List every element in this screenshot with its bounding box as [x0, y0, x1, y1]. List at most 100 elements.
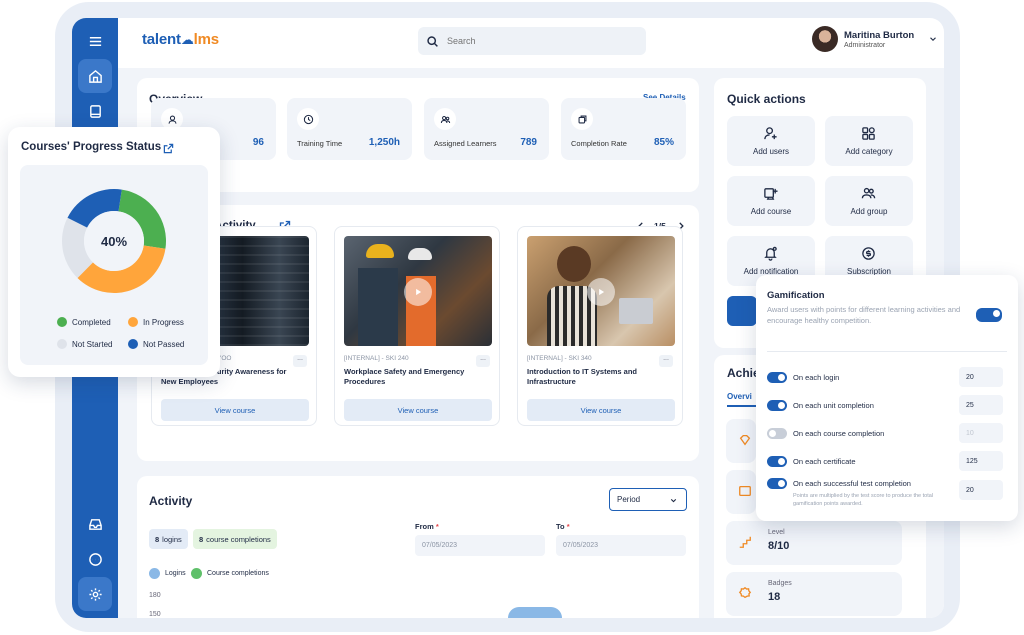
more-options-icon[interactable]: ... [293, 355, 307, 367]
search-bar[interactable] [418, 27, 646, 55]
toggle-on-each-unit-completion[interactable] [767, 400, 787, 411]
period-select[interactable]: Period [609, 488, 687, 511]
points-input[interactable]: 20 [959, 367, 1003, 387]
notification-icon [764, 246, 777, 261]
chevron-down-icon [670, 498, 677, 503]
stat-label: Training Time [297, 139, 343, 148]
view-course-button[interactable]: View course [161, 399, 309, 421]
legend-course-completions: Course completions [191, 568, 269, 579]
group-icon [861, 187, 876, 199]
course-code: [INTERNAL] - SKI 240 [344, 355, 409, 362]
course-thumbnail-workers[interactable] [344, 236, 492, 346]
gamification-master-toggle[interactable] [976, 308, 1002, 322]
certificate-icon [739, 485, 751, 497]
badge-icon [738, 586, 752, 599]
legend-completed: Completed [57, 317, 111, 327]
cloud-icon: ☁ [180, 32, 194, 47]
clock-icon [297, 108, 319, 130]
achievement-value: 8/10 [768, 540, 790, 552]
logins-badge: 8 logins [149, 529, 188, 549]
row-label: On each certificate [793, 457, 856, 466]
achievement-badges: Badges 18 [726, 572, 902, 616]
progress-chart-area: 40% Completed In Progress Not Started No… [20, 165, 208, 365]
settings-icon[interactable] [78, 577, 112, 611]
diamond-icon [739, 434, 751, 446]
stat-label: Assigned Learners [434, 139, 497, 148]
stat-value: 85% [653, 137, 674, 148]
gamification-title: Gamification [767, 290, 825, 301]
add-category-button[interactable]: Add category [825, 116, 913, 166]
user-menu[interactable]: Maritina Burton Administrator [812, 26, 938, 52]
course-thumbnail-office[interactable] [527, 236, 675, 346]
inbox-icon[interactable] [78, 507, 112, 541]
add-group-button[interactable]: Add group [825, 176, 913, 226]
points-input[interactable]: 10 [959, 423, 1003, 443]
play-icon[interactable] [587, 278, 615, 306]
category-icon [862, 127, 875, 140]
book-icon[interactable] [78, 94, 112, 128]
stat-completion-rate[interactable]: Completion Rate 85% [561, 98, 686, 160]
to-label: To * [556, 522, 570, 531]
more-options-icon[interactable]: ... [476, 355, 490, 367]
external-link-icon[interactable] [163, 143, 174, 154]
achievement-tile [726, 419, 756, 463]
row-label: On each successful test completion [793, 479, 911, 488]
tab-underline [727, 405, 757, 407]
achievement-value: 18 [768, 591, 781, 603]
to-date-input[interactable]: 07/05/2023 [556, 535, 686, 556]
achievement-level: Level 8/10 [726, 521, 902, 565]
from-date-input[interactable]: 07/05/2023 [415, 535, 545, 556]
completions-badge: 8 course completions [193, 529, 277, 549]
stat-training-time[interactable]: Training Time 1,250h [287, 98, 412, 160]
achievements-title: Achie [727, 366, 760, 380]
more-options-icon[interactable]: ... [659, 355, 673, 367]
courses-progress-status-panel: Courses' Progress Status 40% Completed I… [8, 127, 220, 377]
course-name: Introduction to IT Systems and Infrastru… [527, 367, 638, 386]
subscription-icon [862, 247, 875, 260]
play-icon[interactable] [404, 278, 432, 306]
view-course-button[interactable]: View course [344, 399, 492, 421]
home-icon[interactable] [78, 59, 112, 93]
course-name: Workplace Safety and Emergency Procedure… [344, 367, 465, 386]
course-card[interactable]: [INTERNAL] - SKI 340 ... Introduction to… [517, 226, 683, 426]
period-select-label: Period [617, 495, 641, 504]
add-users-button[interactable]: Add users [727, 116, 815, 166]
search-icon [427, 35, 438, 47]
chevron-down-icon[interactable] [928, 34, 938, 44]
learners-icon [434, 108, 456, 130]
achievement-title: Level [768, 529, 785, 536]
progress-donut-chart: 40% [62, 189, 166, 293]
points-input[interactable]: 125 [959, 451, 1003, 471]
course-card[interactable]: [INTERNAL] - SKI 240 ... Workplace Safet… [334, 226, 500, 426]
chat-icon[interactable] [78, 542, 112, 576]
completion-icon [571, 108, 593, 130]
toggle-on-each-login[interactable] [767, 372, 787, 383]
chart-bubble [508, 607, 562, 618]
add-course-button[interactable]: Add course [727, 176, 815, 226]
gamification-note: Points are multiplied by the test score … [793, 493, 934, 507]
achievements-tab-overview[interactable]: Overvi [727, 392, 752, 401]
toggle-on-each-course-completion[interactable] [767, 428, 787, 439]
avatar[interactable] [812, 26, 838, 52]
stat-value: 789 [520, 137, 537, 148]
divider [767, 351, 1007, 352]
stat-value: 96 [252, 137, 264, 148]
row-label: On each course completion [793, 429, 885, 438]
points-input[interactable]: 20 [959, 480, 1003, 500]
toggle-on-each-certificate[interactable] [767, 456, 787, 467]
stat-assigned-learners[interactable]: Assigned Learners 789 [424, 98, 549, 160]
search-input[interactable] [447, 36, 627, 46]
menu-icon[interactable] [78, 24, 112, 58]
from-label: From * [415, 522, 439, 531]
primary-action-button[interactable] [727, 296, 757, 326]
view-course-button[interactable]: View course [527, 399, 675, 421]
talentlms-logo[interactable]: talent☁lms [142, 31, 219, 48]
points-input[interactable]: 25 [959, 395, 1003, 415]
toggle-on-each-successful-test-completion[interactable] [767, 478, 787, 489]
course-code: [INTERNAL] - SKI 340 [527, 355, 592, 362]
donut-center-label: 40% [101, 234, 127, 249]
achievement-tile [726, 470, 756, 514]
user-role: Administrator [844, 41, 886, 49]
row-label: On each unit completion [793, 401, 874, 410]
legend-in-progress: In Progress [128, 317, 184, 327]
